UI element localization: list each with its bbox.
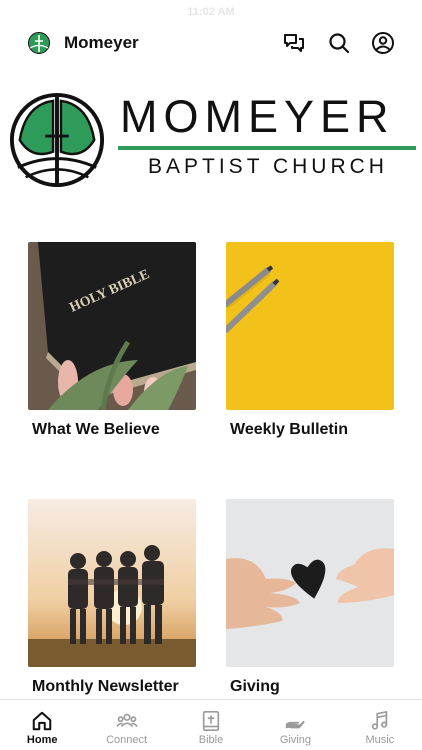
- church-logo-icon: [28, 32, 50, 54]
- church-name: MOMEYER: [120, 91, 395, 142]
- bottom-tab-bar: Home Connect Bible Giving Music: [0, 699, 422, 750]
- tab-label: Bible: [198, 734, 224, 746]
- music-note-icon: [371, 710, 388, 730]
- tab-label: Giving: [279, 734, 312, 746]
- app-title: Momeyer: [64, 33, 139, 52]
- tab-music[interactable]: Music: [338, 700, 422, 750]
- status-time: 11:02 AM: [187, 6, 235, 18]
- tab-label: Connect: [106, 734, 148, 746]
- chat-icon[interactable]: [282, 31, 306, 55]
- card-what-we-believe[interactable]: HOLY BIBLE What We Believe: [28, 242, 196, 439]
- pencils-yellow-image: [226, 242, 394, 410]
- bible-icon: [202, 711, 220, 731]
- card-label: Giving: [230, 678, 280, 695]
- card-monthly-newsletter[interactable]: Monthly Newsletter: [28, 499, 196, 696]
- tab-connect[interactable]: Connect: [84, 700, 168, 750]
- giving-hand-icon: [286, 720, 305, 729]
- account-icon[interactable]: [371, 31, 395, 55]
- church-subtitle: BAPTIST CHURCH: [148, 155, 388, 178]
- bible-tulips-image: HOLY BIBLE: [28, 242, 196, 410]
- search-icon[interactable]: [327, 31, 351, 55]
- tab-bible[interactable]: Bible: [169, 700, 253, 750]
- tab-label: Music: [365, 734, 395, 746]
- tab-home[interactable]: Home: [0, 700, 84, 750]
- card-label: Monthly Newsletter: [32, 678, 179, 695]
- card-weekly-bulletin[interactable]: Weekly Bulletin: [226, 242, 394, 439]
- home-icon: [32, 711, 52, 731]
- church-emblem-icon: [9, 92, 105, 188]
- brand-divider: [118, 146, 416, 150]
- app-header: Momeyer: [0, 26, 422, 60]
- people-icon: [115, 713, 138, 728]
- card-giving[interactable]: Giving: [226, 499, 394, 696]
- card-label: What We Believe: [32, 421, 160, 438]
- card-label: Weekly Bulletin: [230, 421, 348, 438]
- tab-giving[interactable]: Giving: [253, 700, 337, 750]
- tab-label: Home: [26, 734, 58, 746]
- church-banner: MOMEYER BAPTIST CHURCH: [6, 88, 416, 192]
- hands-heart-image: [226, 499, 394, 667]
- friends-sunset-image: [28, 499, 196, 667]
